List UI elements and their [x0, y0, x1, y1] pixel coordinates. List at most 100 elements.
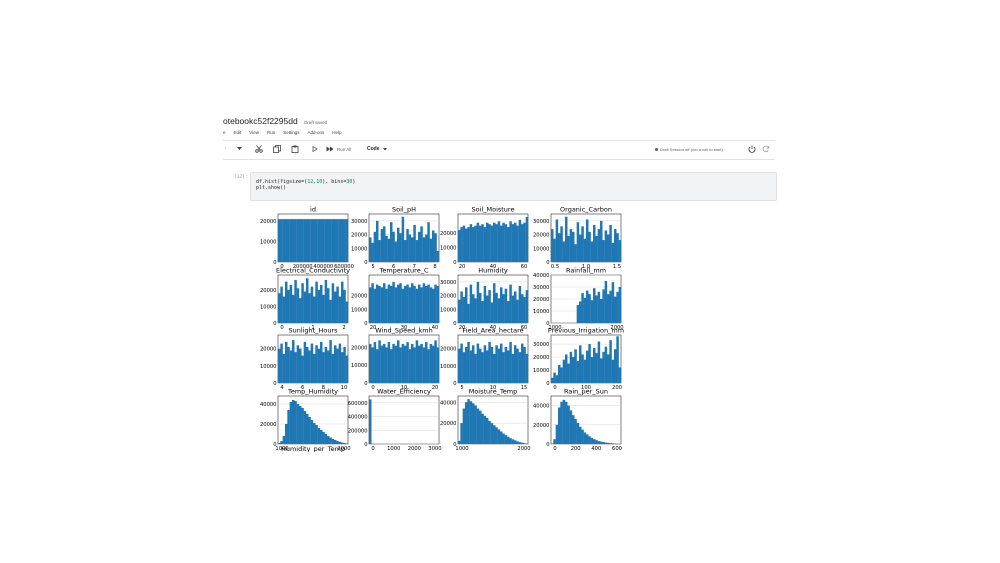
- histogram-bar: [331, 219, 335, 262]
- histogram-bar: [560, 367, 563, 383]
- histogram-bar: [425, 285, 428, 323]
- session-status[interactable]: Draft Session off (run a cell to start): [655, 147, 723, 152]
- histogram-bar: [562, 241, 566, 262]
- cell-type-select[interactable]: Code: [367, 143, 391, 155]
- histogram-bar: [525, 216, 529, 262]
- menu-addons[interactable]: Add-ons: [308, 130, 325, 135]
- subplot-title: Previous_Irrigation_mm: [548, 327, 624, 335]
- copy-icon: [272, 145, 281, 153]
- add-cell-button[interactable]: ·: [223, 143, 228, 155]
- histogram-bar: [303, 219, 307, 262]
- histogram-bar: [306, 278, 309, 323]
- histogram-bar: [280, 343, 283, 383]
- restart-button[interactable]: [761, 143, 770, 155]
- histogram-bar: [338, 219, 342, 262]
- histogram-bar: [588, 344, 591, 383]
- histogram-bar: [306, 219, 309, 262]
- histogram-bar: [516, 441, 519, 444]
- x-tick-label: 20: [432, 385, 439, 391]
- histogram-bar: [583, 432, 587, 444]
- histogram-bar: [565, 354, 568, 383]
- x-tick-label: 200: [571, 446, 581, 452]
- menu-settings[interactable]: Settings: [283, 130, 299, 135]
- y-tick-label: 20000: [351, 233, 368, 239]
- caret-down-icon: [236, 147, 242, 150]
- copy-button[interactable]: [272, 143, 281, 155]
- histogram-bar: [320, 219, 323, 262]
- histogram-bar: [616, 291, 619, 323]
- menu-edit[interactable]: Edit: [234, 130, 242, 135]
- histogram-bar: [292, 294, 295, 323]
- histogram-bar: [313, 219, 316, 262]
- add-icon: ·: [224, 146, 227, 152]
- histogram-bar: [296, 404, 300, 444]
- histogram-bar: [278, 293, 281, 323]
- y-tick-label: 0: [364, 442, 367, 448]
- run-cell-button[interactable]: [311, 143, 319, 155]
- histogram-bar: [604, 230, 608, 262]
- y-tick-label: 600000: [348, 401, 368, 407]
- histogram-bar: [294, 279, 297, 323]
- histogram-bar: [317, 428, 321, 444]
- power-button[interactable]: [747, 143, 756, 155]
- histogram-bar: [404, 240, 407, 262]
- histogram-bar: [583, 238, 587, 262]
- histogram-bar: [411, 283, 414, 323]
- histogram-bar: [518, 442, 522, 444]
- add-cell-dropdown[interactable]: [236, 143, 242, 155]
- y-tick-label: 10000: [351, 363, 368, 369]
- histogram-bar: [320, 341, 323, 383]
- histogram-bar: [588, 294, 591, 323]
- histogram-bar: [493, 283, 496, 323]
- x-tick-label: 20: [459, 264, 466, 270]
- histogram-bar: [310, 343, 314, 383]
- menu-help[interactable]: Help: [332, 130, 341, 135]
- notebook-title-text[interactable]: otebookc52f2295dd: [223, 116, 298, 126]
- histogram-bar: [324, 219, 328, 262]
- subplot-title: Moisture_Temp: [469, 388, 518, 396]
- histogram-bar: [462, 352, 466, 383]
- histogram-bar: [607, 354, 610, 383]
- y-tick-label: 40000: [533, 404, 550, 410]
- menu-file[interactable]: e: [223, 130, 226, 135]
- histogram-bar: [465, 287, 468, 323]
- notebook-title[interactable]: otebookc52f2295dd Draft saved: [223, 116, 327, 126]
- histogram-bar: [392, 231, 395, 262]
- y-tick-label: 10000: [533, 309, 550, 315]
- y-tick-label: 20000: [440, 347, 457, 353]
- histogram-bar: [415, 288, 419, 323]
- histogram-bar: [523, 222, 526, 262]
- y-tick-label: 30000: [440, 280, 457, 286]
- paste-button[interactable]: [290, 143, 299, 155]
- subplot-title-clipped: Humidity_per_Temp: [281, 445, 345, 452]
- histogram-bar: [555, 424, 559, 444]
- menu-run[interactable]: Run: [267, 130, 275, 135]
- histogram-bar: [572, 415, 575, 444]
- histogram-bar: [462, 296, 466, 323]
- run-all-button[interactable]: Run All: [326, 143, 356, 155]
- menu-view[interactable]: View: [249, 130, 259, 135]
- histogram-bar: [292, 400, 295, 444]
- histogram-bar: [507, 301, 510, 323]
- histogram-bar: [495, 345, 498, 383]
- histogram-bar: [600, 220, 603, 262]
- histogram-bar: [609, 224, 612, 262]
- histogram-bar: [320, 284, 323, 323]
- histogram-bar: [521, 442, 524, 444]
- y-tick-label: 20000: [260, 422, 277, 428]
- histogram-bar: [376, 349, 379, 383]
- histogram-bar: [287, 289, 290, 323]
- histogram-bar: [413, 347, 416, 383]
- histogram-bar: [331, 353, 335, 383]
- histogram-bar: [560, 401, 563, 444]
- x-tick-label: 0: [371, 385, 374, 391]
- histogram-bar: [518, 219, 522, 262]
- code-editor[interactable]: df.hist(figsize=(12,10), bins=30) plt.sh…: [256, 179, 355, 191]
- session-status-text: Draft Session off (run a cell to start): [660, 147, 723, 152]
- histogram-bar: [476, 343, 480, 383]
- cut-button[interactable]: [254, 143, 263, 155]
- histogram-bar: [462, 225, 466, 262]
- y-tick-label: 0: [273, 321, 276, 327]
- y-tick-label: 40000: [533, 273, 550, 279]
- y-tick-label: 0: [364, 321, 367, 327]
